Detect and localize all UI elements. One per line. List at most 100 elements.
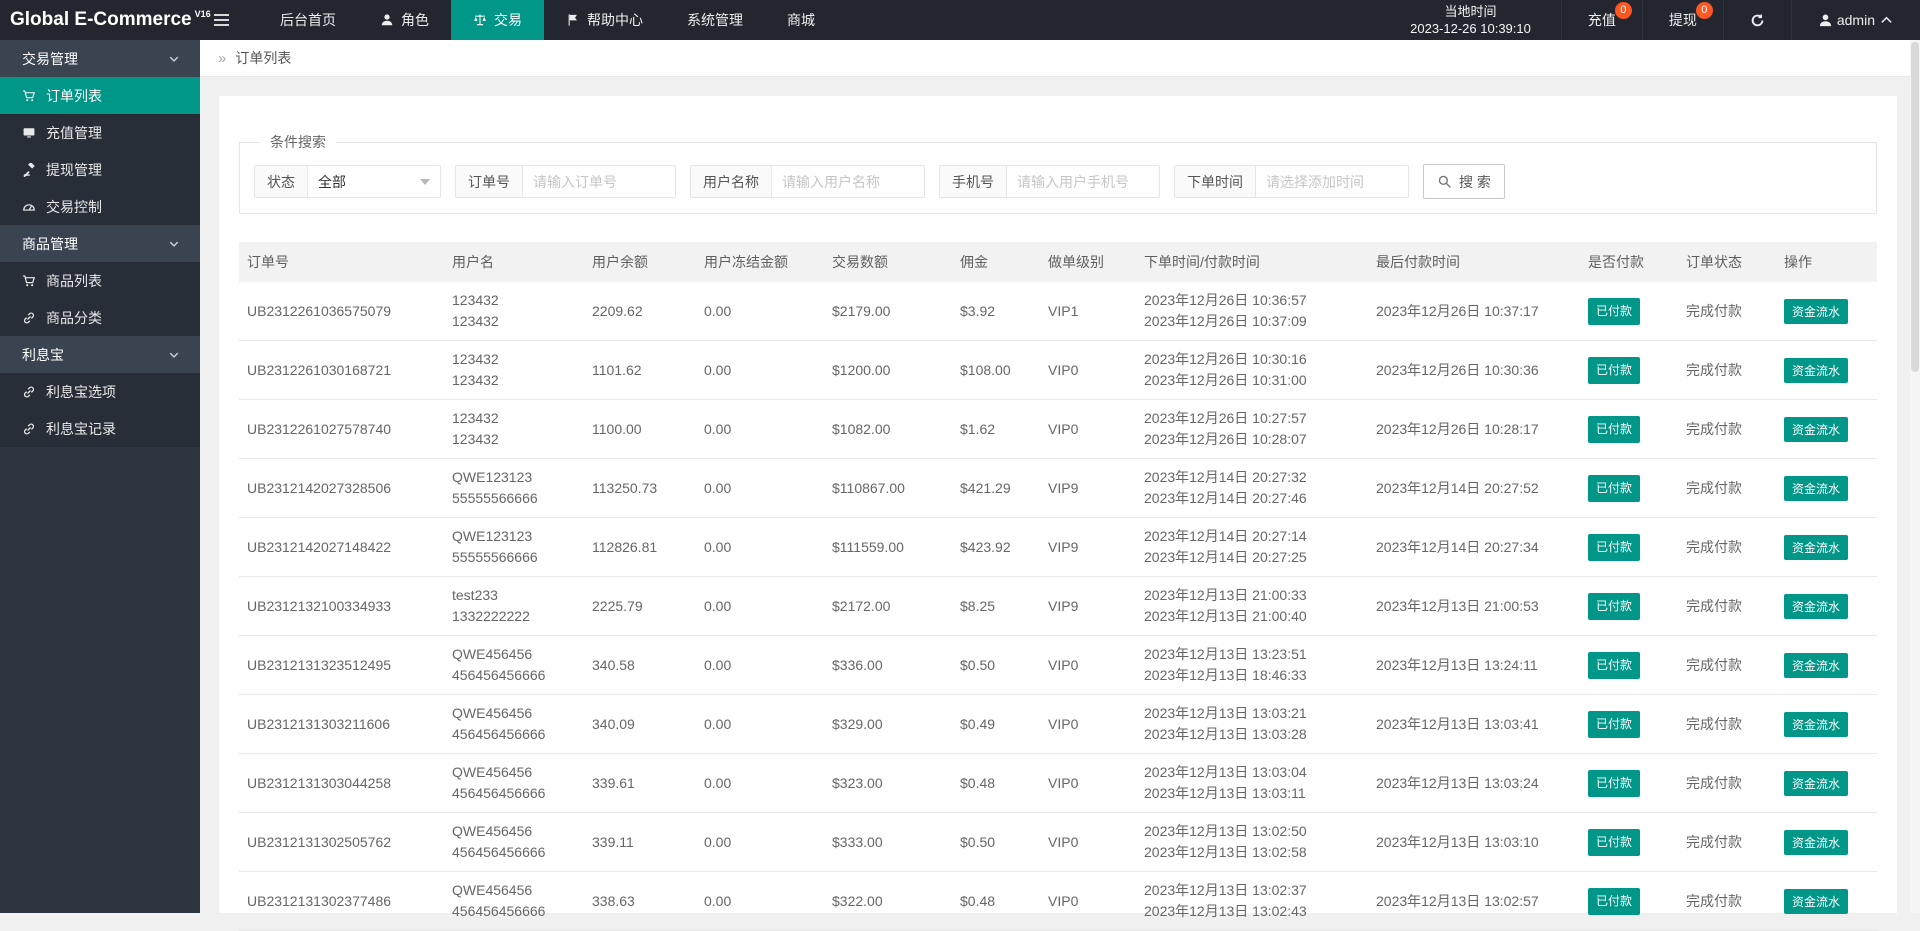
fund-flow-button[interactable]: 资金流水 (1784, 888, 1849, 914)
paid-status-badge: 已付款 (1588, 297, 1641, 325)
recharge-button[interactable]: 充值 0 (1560, 0, 1642, 40)
withdraw-button[interactable]: 提现 0 (1641, 0, 1723, 40)
cell-balance: 2225.79 (584, 576, 696, 636)
pay-time: 2023年12月14日 20:27:25 (1144, 549, 1307, 565)
fund-flow-button[interactable]: 资金流水 (1784, 475, 1849, 501)
sidebar-item-trade-control[interactable]: 交易控制 (0, 188, 200, 225)
cell-paid: 已付款 (1580, 517, 1678, 577)
fund-flow-button[interactable]: 资金流水 (1784, 652, 1849, 678)
recharge-count-badge: 0 (1614, 2, 1632, 19)
fund-flow-button[interactable]: 资金流水 (1784, 416, 1849, 442)
status-select-value: 全部 (318, 173, 346, 190)
cell-order-status: 完成付款 (1678, 753, 1776, 813)
fund-flow-button[interactable]: 资金流水 (1784, 770, 1849, 796)
nav-item-dashboard[interactable]: 后台首页 (258, 0, 358, 40)
cell-actions: 资金流水 (1776, 871, 1877, 931)
app-logo-text: Global E-Commerce (10, 9, 192, 30)
sidebar-item-withdraw-management[interactable]: 提现管理 (0, 151, 200, 188)
sidebar-section-product-management[interactable]: 商品管理 (0, 225, 200, 262)
scrollbar-thumb[interactable] (1911, 42, 1919, 372)
refresh-button[interactable] (1722, 0, 1791, 40)
fund-flow-button[interactable]: 资金流水 (1784, 711, 1849, 737)
table-row: UB2312261036575079 123432 123432 2209.62… (239, 282, 1877, 341)
cell-actions: 资金流水 (1776, 399, 1877, 459)
filter-field-input[interactable] (1007, 166, 1159, 197)
cell-paid: 已付款 (1580, 753, 1678, 813)
nav-item-trade[interactable]: 交易 (451, 0, 544, 40)
cell-paid: 已付款 (1580, 812, 1678, 872)
cell-last-pay-time: 2023年12月13日 13:02:57 (1368, 871, 1580, 931)
order-time: 2023年12月26日 10:27:57 (1144, 410, 1307, 426)
nav-item-help-center[interactable]: 帮助中心 (544, 0, 665, 40)
sidebar-section-interest-treasure[interactable]: 利息宝 (0, 336, 200, 373)
search-button[interactable]: 搜 索 (1423, 164, 1505, 199)
table-row: UB2312261027578740 123432 123432 1100.00… (239, 399, 1877, 459)
cell-amount: $323.00 (824, 753, 952, 813)
username-line1: 123432 (452, 292, 499, 308)
withdraw-label: 提现 (1668, 12, 1697, 28)
nav-item-system[interactable]: 系统管理 (665, 0, 765, 40)
paid-status-badge: 已付款 (1588, 592, 1641, 620)
sidebar-item-order-list[interactable]: 订单列表 (0, 77, 200, 114)
gauge-icon (22, 200, 36, 214)
table-row: UB2312261030168721 123432 123432 1101.62… (239, 340, 1877, 400)
pay-time: 2023年12月13日 13:03:11 (1144, 785, 1306, 801)
filter-field-input[interactable] (523, 166, 675, 197)
cell-amount: $2172.00 (824, 576, 952, 636)
top-bar: Global E-Commerce V16 后台首页 角色 交易 帮助中心 系统… (0, 0, 1920, 40)
cell-order-pay-time: 2023年12月14日 20:27:32 2023年12月14日 20:27:4… (1136, 458, 1368, 518)
fund-flow-button[interactable]: 资金流水 (1784, 534, 1849, 560)
breadcrumb: » 订单列表 (200, 40, 1920, 77)
cell-amount: $111559.00 (824, 517, 952, 577)
filter-field-input[interactable] (1256, 166, 1408, 197)
orders-table: 订单号 用户名 用户余额 用户冻结金额 交易数额 佣金 做单级别 下单时间/付款… (239, 242, 1877, 931)
paid-status-badge: 已付款 (1588, 710, 1641, 738)
user-menu[interactable]: admin (1790, 0, 1920, 40)
cell-order-pay-time: 2023年12月13日 13:02:50 2023年12月13日 13:02:5… (1136, 812, 1368, 872)
sidebar-item-label: 利息宝记录 (46, 420, 116, 437)
fund-flow-button[interactable]: 资金流水 (1784, 298, 1849, 324)
fund-flow-button[interactable]: 资金流水 (1784, 829, 1849, 855)
cell-order-status: 完成付款 (1678, 458, 1776, 518)
cell-order-pay-time: 2023年12月13日 21:00:33 2023年12月13日 21:00:4… (1136, 576, 1368, 636)
pay-time: 2023年12月13日 13:02:58 (1144, 844, 1307, 860)
fund-flow-button[interactable]: 资金流水 (1784, 357, 1849, 383)
sidebar-item-interest-options[interactable]: 利息宝选项 (0, 373, 200, 410)
cell-paid: 已付款 (1580, 694, 1678, 754)
filter-field-input[interactable] (772, 166, 924, 197)
fund-flow-button[interactable]: 资金流水 (1784, 593, 1849, 619)
cell-commission: $0.50 (952, 635, 1040, 695)
cell-order-no: UB2312131303211606 (239, 694, 444, 754)
sidebar-item-product-category[interactable]: 商品分类 (0, 299, 200, 336)
cell-username: QWE456456 456456456666 (444, 812, 584, 872)
cell-last-pay-time: 2023年12月26日 10:37:17 (1368, 282, 1580, 341)
cell-level: VIP0 (1040, 340, 1136, 400)
cell-amount: $2179.00 (824, 282, 952, 341)
cell-amount: $1082.00 (824, 399, 952, 459)
col-order-status: 订单状态 (1678, 242, 1776, 282)
filter-field-label: 下单时间 (1175, 166, 1256, 197)
sidebar-item-recharge-management[interactable]: 充值管理 (0, 114, 200, 151)
page-scrollbar[interactable] (1910, 40, 1920, 913)
paid-status-badge: 已付款 (1588, 769, 1641, 797)
nav-item-roles[interactable]: 角色 (358, 0, 451, 40)
cell-order-no: UB2312131323512495 (239, 635, 444, 695)
nav-item-mall[interactable]: 商城 (765, 0, 837, 40)
sidebar-section-trade-management[interactable]: 交易管理 (0, 40, 200, 77)
status-filter: 状态 全部 (254, 165, 441, 198)
sidebar-item-product-list[interactable]: 商品列表 (0, 262, 200, 299)
cell-order-no: UB2312261030168721 (239, 340, 444, 400)
cell-level: VIP9 (1040, 458, 1136, 518)
username-line2: 1332222222 (452, 608, 530, 624)
content-card: 条件搜索 状态 全部 订单号 用户名称 (219, 96, 1897, 931)
menu-toggle-button[interactable] (200, 0, 242, 40)
chevron-down-icon (168, 349, 180, 361)
cell-actions: 资金流水 (1776, 458, 1877, 518)
status-select[interactable]: 全部 (308, 166, 440, 197)
username-line1: QWE123123 (452, 528, 533, 544)
paid-status-badge: 已付款 (1588, 651, 1641, 679)
cell-frozen: 0.00 (696, 576, 824, 636)
cell-username: QWE123123 55555566666 (444, 458, 584, 518)
cell-actions: 资金流水 (1776, 753, 1877, 813)
sidebar-item-interest-records[interactable]: 利息宝记录 (0, 410, 200, 447)
